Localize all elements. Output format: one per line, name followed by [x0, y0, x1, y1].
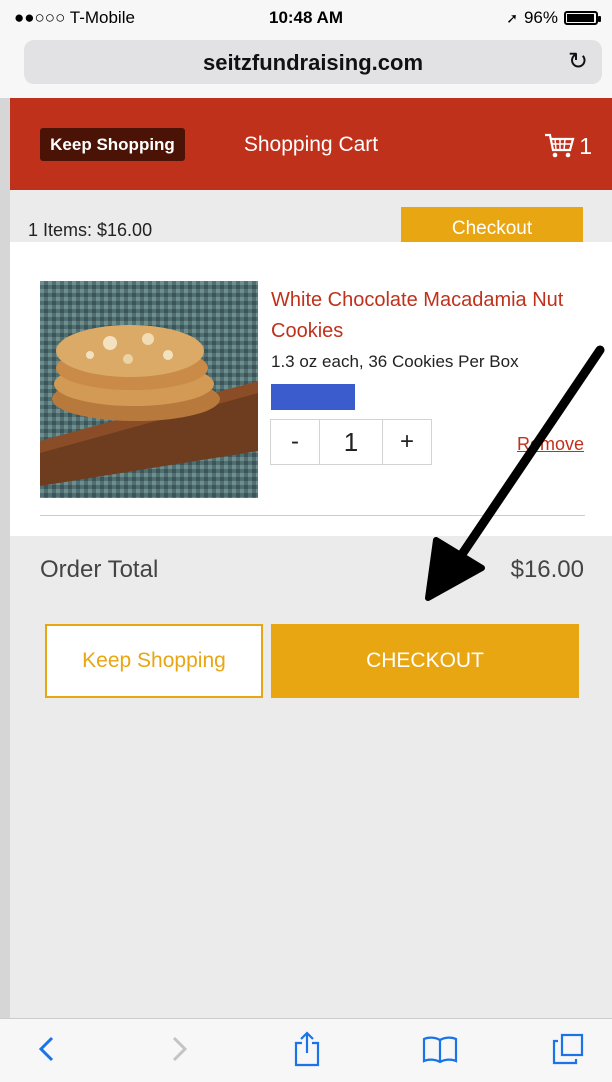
- browser-url-bar: seitzfundraising.com ↻: [0, 36, 612, 98]
- divider: [40, 515, 585, 516]
- back-icon[interactable]: [26, 1029, 66, 1069]
- cart-link[interactable]: 1: [543, 132, 592, 160]
- order-section: Order Total $16.00 Keep Shopping CHECKOU…: [10, 536, 612, 1018]
- battery-indicator: ➚ 96%: [506, 8, 601, 28]
- cart-count: 1: [579, 132, 592, 159]
- page-title: Shopping Cart: [243, 133, 379, 156]
- share-icon[interactable]: [287, 1029, 327, 1069]
- order-total-value: $16.00: [510, 556, 584, 583]
- quantity-input[interactable]: 1: [320, 419, 382, 465]
- keep-shopping-button[interactable]: Keep Shopping: [45, 624, 263, 698]
- order-total-label: Order Total: [40, 556, 159, 583]
- battery-icon: [564, 11, 601, 25]
- redacted-block: [271, 384, 355, 410]
- items-count-total: 1 Items: $16.00: [28, 220, 153, 240]
- page-gutter: [0, 98, 10, 1018]
- increase-quantity-button[interactable]: +: [382, 419, 432, 465]
- remove-item-link[interactable]: Remove: [517, 434, 584, 455]
- quantity-stepper: - 1 +: [270, 419, 432, 465]
- cart-item: White Chocolate Macadamia Nut Cookies 1.…: [10, 242, 612, 536]
- product-description: 1.3 oz each, 36 Cookies Per Box: [271, 352, 519, 371]
- status-bar: ●●○○○ T-Mobile 10:48 AM ➚ 96%: [0, 0, 612, 36]
- product-image[interactable]: [40, 281, 258, 498]
- battery-percent: 96%: [523, 8, 558, 27]
- url-domain: seitzfundraising.com: [202, 50, 424, 75]
- bookmarks-icon[interactable]: [420, 1029, 460, 1069]
- cart-summary: 1 Items: $16.00 Checkout: [10, 190, 612, 251]
- site-header: Keep Shopping Shopping Cart 1: [10, 98, 612, 190]
- reload-icon[interactable]: ↻: [568, 47, 588, 76]
- tabs-icon[interactable]: [548, 1029, 588, 1069]
- browser-toolbar: [0, 1018, 612, 1082]
- product-name[interactable]: White Chocolate Macadamia Nut Cookies: [271, 285, 601, 347]
- address-field[interactable]: seitzfundraising.com ↻: [24, 40, 602, 84]
- cart-icon: [545, 133, 575, 158]
- decrease-quantity-button[interactable]: -: [270, 419, 320, 465]
- location-icon: ➚: [506, 9, 518, 26]
- checkout-button[interactable]: CHECKOUT: [271, 624, 579, 698]
- forward-icon[interactable]: [160, 1029, 200, 1069]
